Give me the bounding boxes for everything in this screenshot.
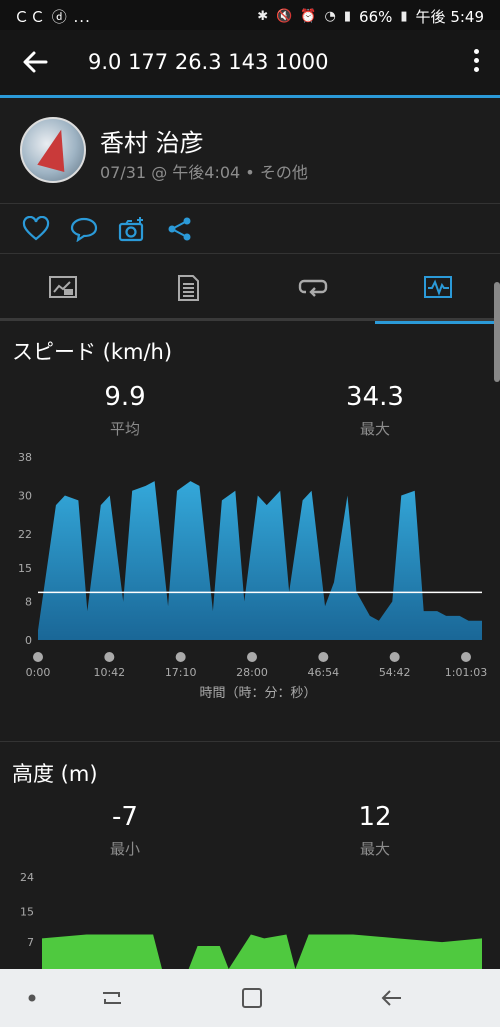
document-icon: [178, 275, 199, 301]
elevation-max-label: 最大: [359, 840, 390, 858]
elevation-area-series: [42, 934, 482, 969]
speed-x-tick-label: 10:42: [93, 666, 125, 679]
back-nav-icon[interactable]: [377, 983, 407, 1013]
status-right: ✱ 🔇 ⏰ ◔ ▮ 66% ▮ 午後 5:49: [257, 6, 484, 27]
elevation-y-tick-label: 24: [20, 871, 34, 884]
dot-icon[interactable]: [17, 983, 47, 1013]
profile-header: 香村 治彦 07/31 @ 午後4:04 • その他: [0, 101, 500, 204]
elevation-y-tick-label: 15: [20, 906, 34, 919]
speed-chart[interactable]: 0 8 15 22 30 38 0:00 10:42 17:10 28:00 46:54 54:42…: [0, 445, 500, 705]
speed-x-tick-marker: [247, 652, 257, 662]
alarm-icon: ⏰: [300, 9, 317, 24]
speed-y-tick-label: 0: [25, 634, 32, 647]
tab-bar: [0, 254, 500, 324]
heart-icon[interactable]: [22, 216, 50, 242]
elevation-title: 高度 (m): [12, 762, 98, 786]
overflow-menu-icon[interactable]: [470, 49, 482, 77]
recent-apps-icon[interactable]: [97, 983, 127, 1013]
speed-x-tick-marker: [318, 652, 329, 662]
speed-y-tick-label: 15: [18, 562, 32, 575]
action-bar: [0, 204, 500, 254]
speed-max-value: 34.3: [346, 382, 404, 412]
speed-x-tick-marker: [175, 652, 186, 662]
user-name[interactable]: 香村 治彦: [100, 123, 204, 158]
scroll-indicator[interactable]: [494, 282, 500, 382]
tab-summary[interactable]: [0, 254, 125, 321]
status-bar: ＣＣ ⓓ ... ✱ 🔇 ⏰ ◔ ▮ 66% ▮ 午後 5:49: [0, 0, 500, 30]
graph-icon: [424, 276, 452, 298]
tab-graphs[interactable]: [375, 254, 500, 324]
section-divider: [0, 741, 500, 742]
share-icon[interactable]: [166, 216, 194, 242]
signal-icon: ▮: [343, 9, 352, 24]
loop-icon: [298, 279, 328, 297]
speed-title: スピード (km/h): [12, 340, 173, 364]
elevation-y-tick-label: 7: [27, 936, 34, 949]
wifi-icon: ◔: [324, 9, 336, 24]
activity-title: 9.0 177 26.3 143 1000: [88, 50, 329, 74]
battery-percent: 66%: [359, 7, 393, 26]
add-photo-icon[interactable]: [118, 216, 146, 242]
speed-x-tick-label: 28:00: [236, 666, 268, 679]
speed-average-value: 9.9: [104, 382, 146, 412]
speed-x-tick-label: 46:54: [307, 666, 339, 679]
back-arrow-icon[interactable]: [20, 47, 50, 77]
clock: 午後 5:49: [415, 8, 484, 26]
tab-laps[interactable]: [250, 254, 375, 321]
battery-icon: ▮: [400, 9, 408, 24]
speed-y-tick-label: 8: [25, 595, 32, 608]
speed-x-axis-label: 時間（時：分：秒）: [199, 686, 316, 701]
speed-x-tick-marker: [33, 652, 43, 662]
home-icon[interactable]: [237, 983, 267, 1013]
mute-icon: 🔇: [276, 9, 293, 24]
speed-y-tick-label: 38: [18, 451, 32, 464]
speed-x-tick-marker: [389, 652, 400, 662]
activity-meta: 07/31 @ 午後4:04 • その他: [100, 163, 308, 182]
speed-max-label: 最大: [359, 420, 390, 438]
bluetooth-icon: ✱: [257, 9, 269, 24]
avatar[interactable]: [20, 117, 86, 183]
system-nav-bar: [0, 969, 500, 1027]
speed-x-tick-label: 1:01:03: [445, 666, 487, 679]
speed-x-tick-label: 17:10: [165, 666, 197, 679]
speed-x-tick-label: 0:00: [26, 666, 51, 679]
app-bar: 9.0 177 26.3 143 1000: [0, 30, 500, 98]
elevation-min-label: 最小: [109, 840, 140, 858]
speed-average-label: 平均: [109, 420, 140, 438]
speed-area-series: [38, 481, 482, 640]
elevation-chart[interactable]: 7 15 24: [0, 866, 500, 969]
speed-x-tick-marker: [461, 652, 471, 662]
speed-y-tick-label: 22: [18, 528, 32, 541]
elevation-max-value: 12: [358, 802, 392, 832]
summary-chart-icon: [49, 276, 77, 298]
speed-y-tick-label: 30: [18, 490, 32, 503]
speed-x-tick-marker: [104, 652, 115, 662]
comment-icon[interactable]: [70, 216, 98, 242]
status-left-icons: ＣＣ ⓓ ...: [14, 8, 91, 26]
speed-x-tick-label: 54:42: [379, 666, 411, 679]
elevation-min-value: -7: [112, 802, 138, 832]
tab-details[interactable]: [125, 254, 250, 321]
